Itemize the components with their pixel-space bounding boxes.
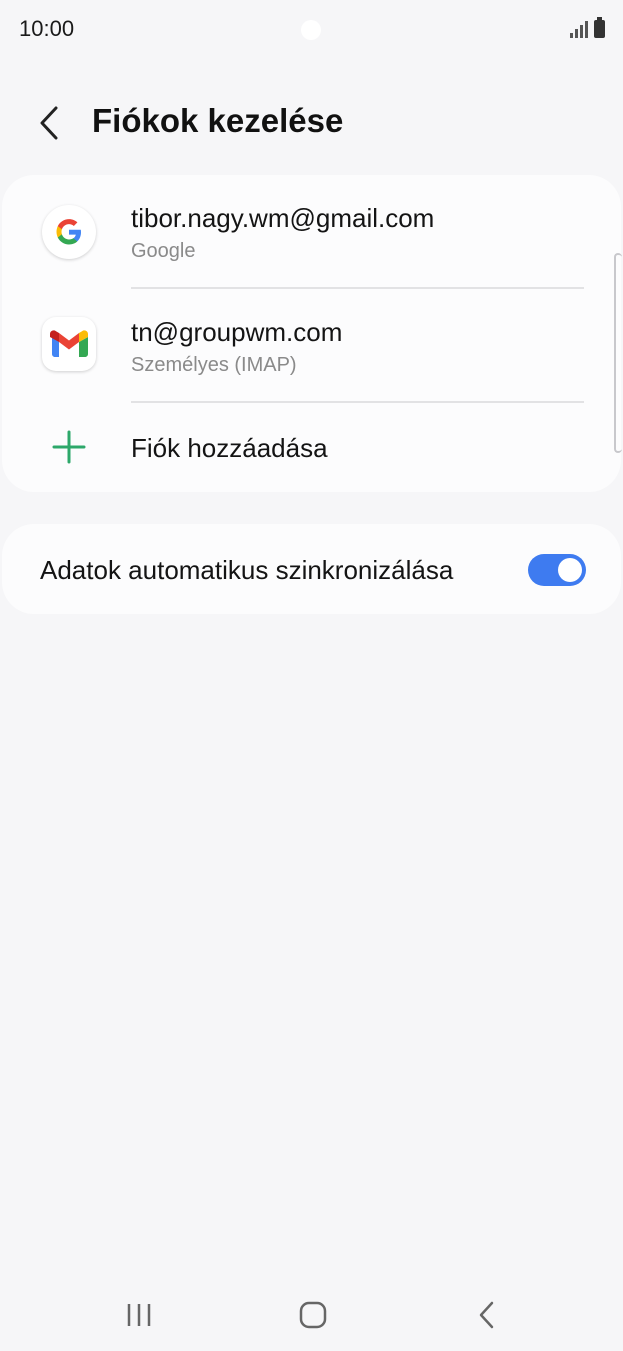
sync-label: Adatok automatikus szinkronizálása: [40, 555, 454, 585]
back-icon: [479, 1301, 494, 1329]
camera-dot: [301, 20, 321, 40]
status-time: 10:00: [19, 16, 75, 41]
nav-back-button[interactable]: [462, 1292, 512, 1338]
header: Fiókok kezelése: [0, 90, 623, 156]
google-icon: [42, 205, 96, 259]
add-account-label: Fiók hozzáadása: [131, 433, 328, 463]
account-email: tibor.nagy.wm@gmail.com: [131, 203, 435, 233]
back-chevron-icon: [40, 106, 58, 140]
recent-apps-button[interactable]: [114, 1292, 164, 1338]
accounts-card: tibor.nagy.wm@gmail.com Google tn@groupw…: [2, 175, 621, 492]
status-icons: [570, 17, 605, 38]
back-button[interactable]: [30, 104, 70, 144]
status-bar: 10:00: [0, 0, 623, 58]
nav-bar: [0, 1280, 623, 1350]
signal-icon: [570, 20, 588, 38]
toggle-knob: [558, 558, 582, 582]
account-email: tn@groupwm.com: [131, 317, 343, 347]
scrollbar[interactable]: [614, 253, 622, 453]
home-icon: [299, 1301, 327, 1329]
gmail-icon: [42, 317, 96, 371]
plus-icon: [52, 430, 86, 464]
add-account-button[interactable]: Fiók hozzáadása: [2, 403, 621, 492]
account-type: Google: [131, 240, 196, 262]
account-row-imap[interactable]: tn@groupwm.com Személyes (IMAP): [2, 289, 621, 401]
battery-icon: [594, 17, 605, 38]
sync-toggle[interactable]: [528, 554, 586, 586]
account-type: Személyes (IMAP): [131, 354, 297, 376]
account-row-google[interactable]: tibor.nagy.wm@gmail.com Google: [2, 175, 621, 288]
sync-card[interactable]: Adatok automatikus szinkronizálása: [2, 524, 621, 614]
page-title: Fiókok kezelése: [92, 102, 344, 139]
home-button[interactable]: [288, 1292, 338, 1338]
recent-apps-icon: [127, 1304, 151, 1326]
